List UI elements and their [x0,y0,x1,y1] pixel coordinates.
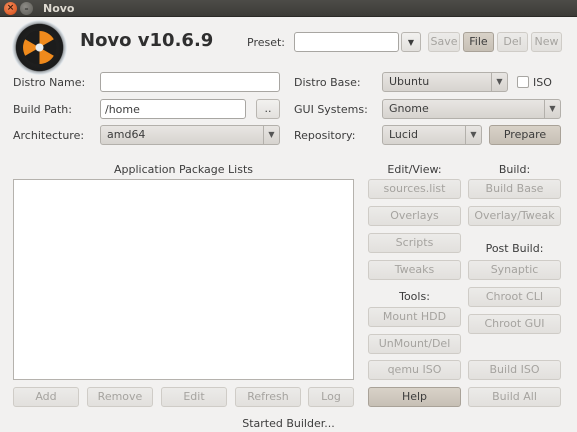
preset-input[interactable] [294,32,399,52]
package-lists-title: Application Package Lists [113,163,253,176]
package-list[interactable] [13,179,354,380]
remove-package-button[interactable]: Remove [87,387,153,407]
gui-systems-value: Gnome [389,102,429,115]
build-all-button[interactable]: Build All [468,387,561,407]
help-button[interactable]: Help [368,387,461,407]
iso-checkbox[interactable] [517,76,529,88]
window-title: Novo [43,2,75,15]
iso-label: ISO [533,76,552,89]
chevron-down-icon: ▼ [465,126,481,144]
sources-list-button[interactable]: sources.list [368,179,461,199]
preset-label: Preset: [247,36,286,49]
save-preset-button[interactable]: Save [428,32,460,52]
scripts-button[interactable]: Scripts [368,233,461,253]
close-window-button[interactable]: × [4,2,17,15]
log-button[interactable]: Log [308,387,354,407]
chevron-down-icon: ▼ [544,100,560,118]
build-path-label: Build Path: [13,103,72,116]
tools-title: Tools: [399,290,430,303]
status-bar: Started Builder... [242,417,335,430]
chroot-cli-button[interactable]: Chroot CLI [468,287,561,307]
add-package-button[interactable]: Add [13,387,79,407]
mount-hdd-button[interactable]: Mount HDD [368,307,461,327]
delete-preset-button[interactable]: Del [497,32,528,52]
edit-package-button[interactable]: Edit [161,387,227,407]
chevron-down-icon: ▼ [407,38,415,47]
overlays-button[interactable]: Overlays [368,206,461,226]
distro-base-value: Ubuntu [389,75,430,88]
distro-base-select[interactable]: Ubuntu ▼ [382,72,508,92]
chroot-gui-button[interactable]: Chroot GUI [468,314,561,334]
build-title: Build: [498,163,531,176]
build-path-input[interactable] [100,99,246,119]
distro-name-label: Distro Name: [13,76,86,89]
edit-view-title: Edit/View: [387,163,442,176]
repository-value: Lucid [389,128,418,141]
file-preset-button[interactable]: File [463,32,494,52]
minimize-window-button[interactable]: – [20,2,33,15]
architecture-select[interactable]: amd64 ▼ [100,125,280,145]
synaptic-button[interactable]: Synaptic [468,260,561,280]
chevron-down-icon: ▼ [491,73,507,91]
architecture-value: amd64 [107,128,146,141]
architecture-label: Architecture: [13,129,85,142]
refresh-packages-button[interactable]: Refresh [235,387,301,407]
prepare-button[interactable]: Prepare [489,125,561,145]
repository-select[interactable]: Lucid ▼ [382,125,482,145]
app-title: Novo v10.6.9 [80,30,214,51]
unmount-del-button[interactable]: UnMount/Del [368,334,461,354]
repository-label: Repository: [294,129,356,142]
tweaks-button[interactable]: Tweaks [368,260,461,280]
new-preset-button[interactable]: New [531,32,562,52]
chevron-down-icon: ▼ [263,126,279,144]
preset-dropdown-button[interactable]: ▼ [401,32,421,52]
browse-path-button[interactable]: .. [256,99,280,119]
gui-systems-label: GUI Systems: [294,103,368,116]
window-titlebar: × – Novo [0,0,577,17]
overlay-tweak-button[interactable]: Overlay/Tweak [468,206,561,226]
build-base-button[interactable]: Build Base [468,179,561,199]
distro-name-input[interactable] [100,72,280,92]
distro-base-label: Distro Base: [294,76,361,89]
gui-systems-select[interactable]: Gnome ▼ [382,99,561,119]
qemu-iso-button[interactable]: qemu ISO [368,360,461,380]
novo-logo-icon [12,20,67,75]
post-build-title: Post Build: [485,242,544,255]
build-iso-button[interactable]: Build ISO [468,360,561,380]
